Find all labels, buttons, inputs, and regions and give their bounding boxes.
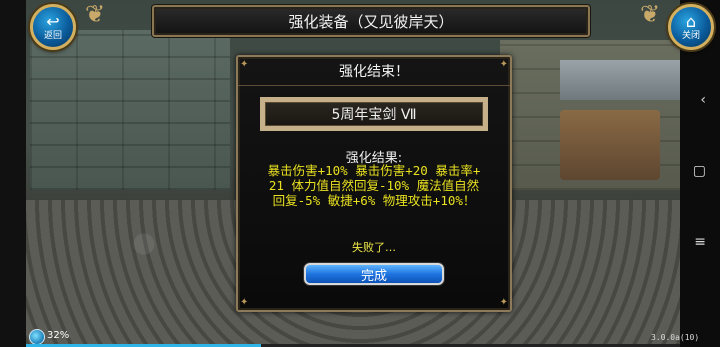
gold-ornament-icon: ❦ (640, 0, 661, 28)
android-back-icon[interactable]: ‹ (700, 92, 706, 108)
android-nav-bar: ‹ ▢ ≡ (680, 0, 720, 347)
back-button[interactable]: ↩ 返回 (30, 4, 76, 50)
result-line: 回复-5% 敏捷+6% 物理攻击+10%！ (272, 193, 476, 208)
network-percent: 32% (47, 330, 70, 341)
corner-ornament-icon: ✦ (499, 59, 508, 70)
android-home-icon[interactable]: ▢ (693, 163, 706, 179)
dialog-header: 强化结束！ (238, 57, 510, 86)
dialog-title: 强化结束！ (339, 64, 409, 80)
item-name-box: 5周年宝剑 Ⅶ (260, 97, 488, 131)
return-arrow-icon: ↩ (46, 11, 60, 31)
android-menu-icon[interactable]: ≡ (694, 234, 706, 250)
version-label: 3.0.0a(10) (651, 333, 700, 342)
gold-ornament-icon: ❦ (85, 0, 106, 28)
fail-message: 失败了… (352, 241, 396, 254)
left-screen-edge (0, 0, 26, 347)
item-name: 5周年宝剑 Ⅶ (331, 107, 417, 123)
shop-roof (560, 60, 700, 100)
corner-ornament-icon: ✦ (499, 297, 508, 308)
corner-ornament-icon: ✦ (240, 297, 249, 308)
result-line: 暴击伤害+10% 暴击伤害+20 暴击率+ (267, 163, 481, 178)
title-bar: 强化装备（又见彼岸天） (152, 5, 590, 37)
confirm-button-label: 完成 (360, 268, 387, 284)
close-button-label: 关闭 (681, 30, 700, 41)
wooden-crates (560, 110, 660, 180)
enhance-result-dialog: 强化结束！ ✦ ✦ ✦ ✦ 5周年宝剑 Ⅶ 强化结果: 暴击伤害+10% 暴击伤… (236, 55, 512, 312)
result-line: 21 体力值自然回复-10% 魔法值自然 (268, 178, 480, 193)
result-stats: 暴击伤害+10% 暴击伤害+20 暴击率+ 21 体力值自然回复-10% 魔法值… (248, 163, 500, 208)
home-icon: ⌂ (685, 11, 697, 31)
back-button-label: 返回 (43, 30, 62, 41)
corner-ornament-icon: ✦ (240, 59, 249, 70)
close-button[interactable]: ⌂ 关闭 (668, 4, 714, 50)
page-title: 强化装备（又见彼岸天） (288, 12, 454, 31)
network-icon (29, 329, 45, 345)
stone-wall-left (30, 30, 230, 190)
confirm-button[interactable]: 完成 (304, 263, 444, 285)
